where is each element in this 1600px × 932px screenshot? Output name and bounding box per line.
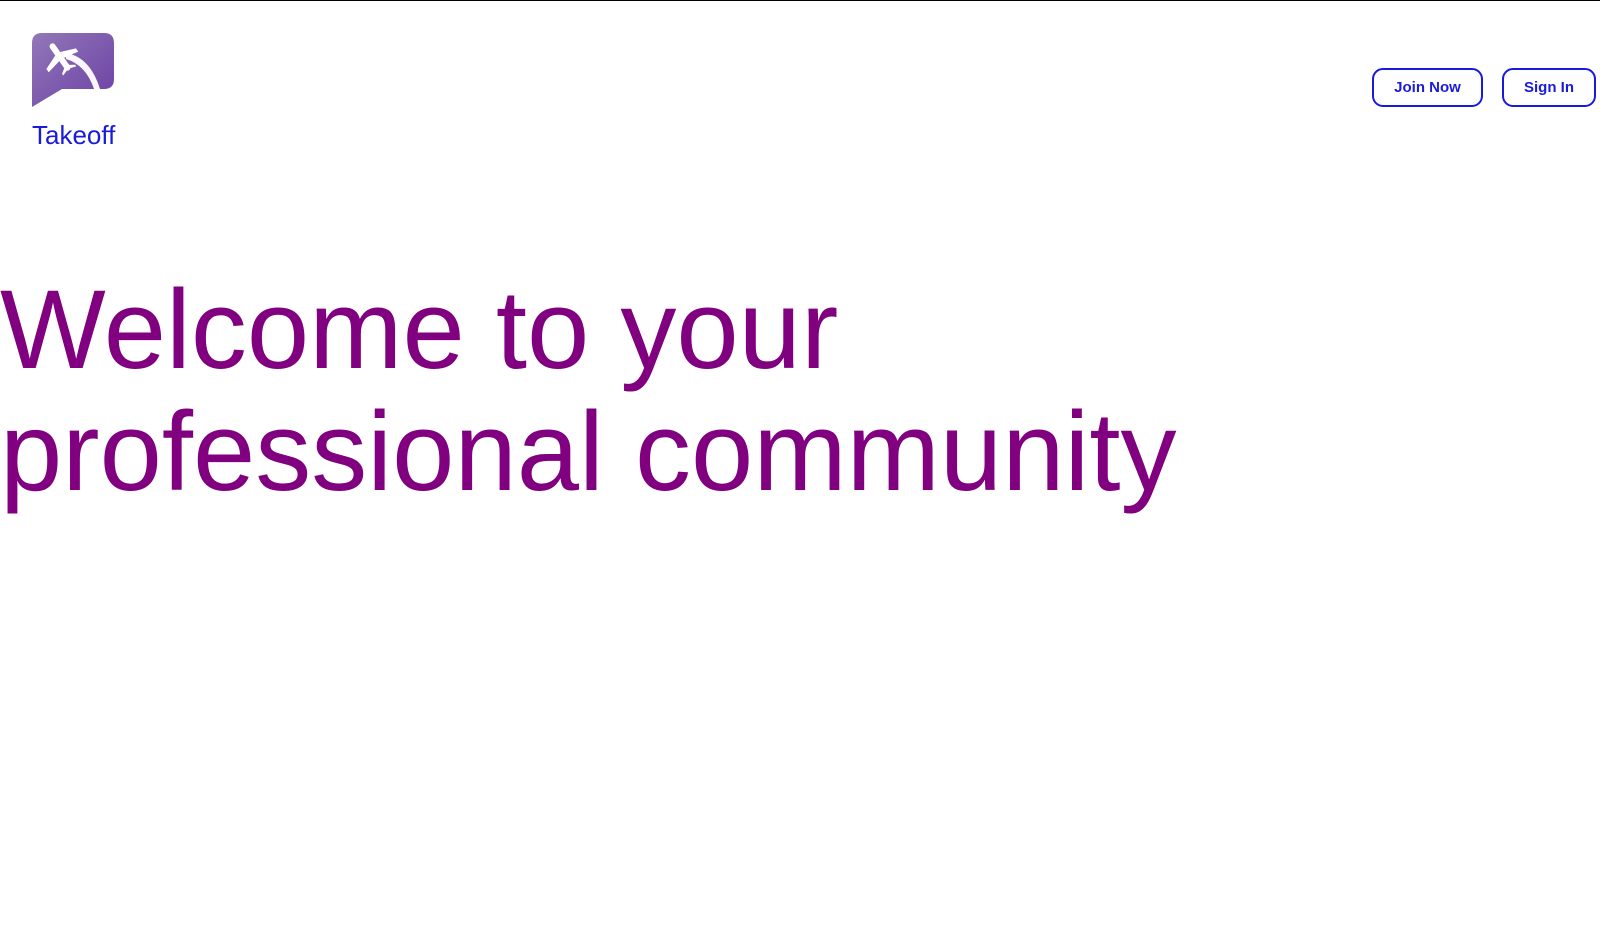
site-header: Takeoff Join Now Sign In [0, 1, 1600, 171]
join-now-button[interactable]: Join Now [1372, 68, 1483, 107]
brand-home-link[interactable]: Takeoff [32, 33, 152, 163]
airplane-logo-icon [32, 33, 114, 107]
sign-in-button[interactable]: Sign In [1502, 68, 1596, 107]
brand-name: Takeoff [32, 120, 116, 150]
hero-title: Welcome to your professional community [0, 267, 1177, 514]
